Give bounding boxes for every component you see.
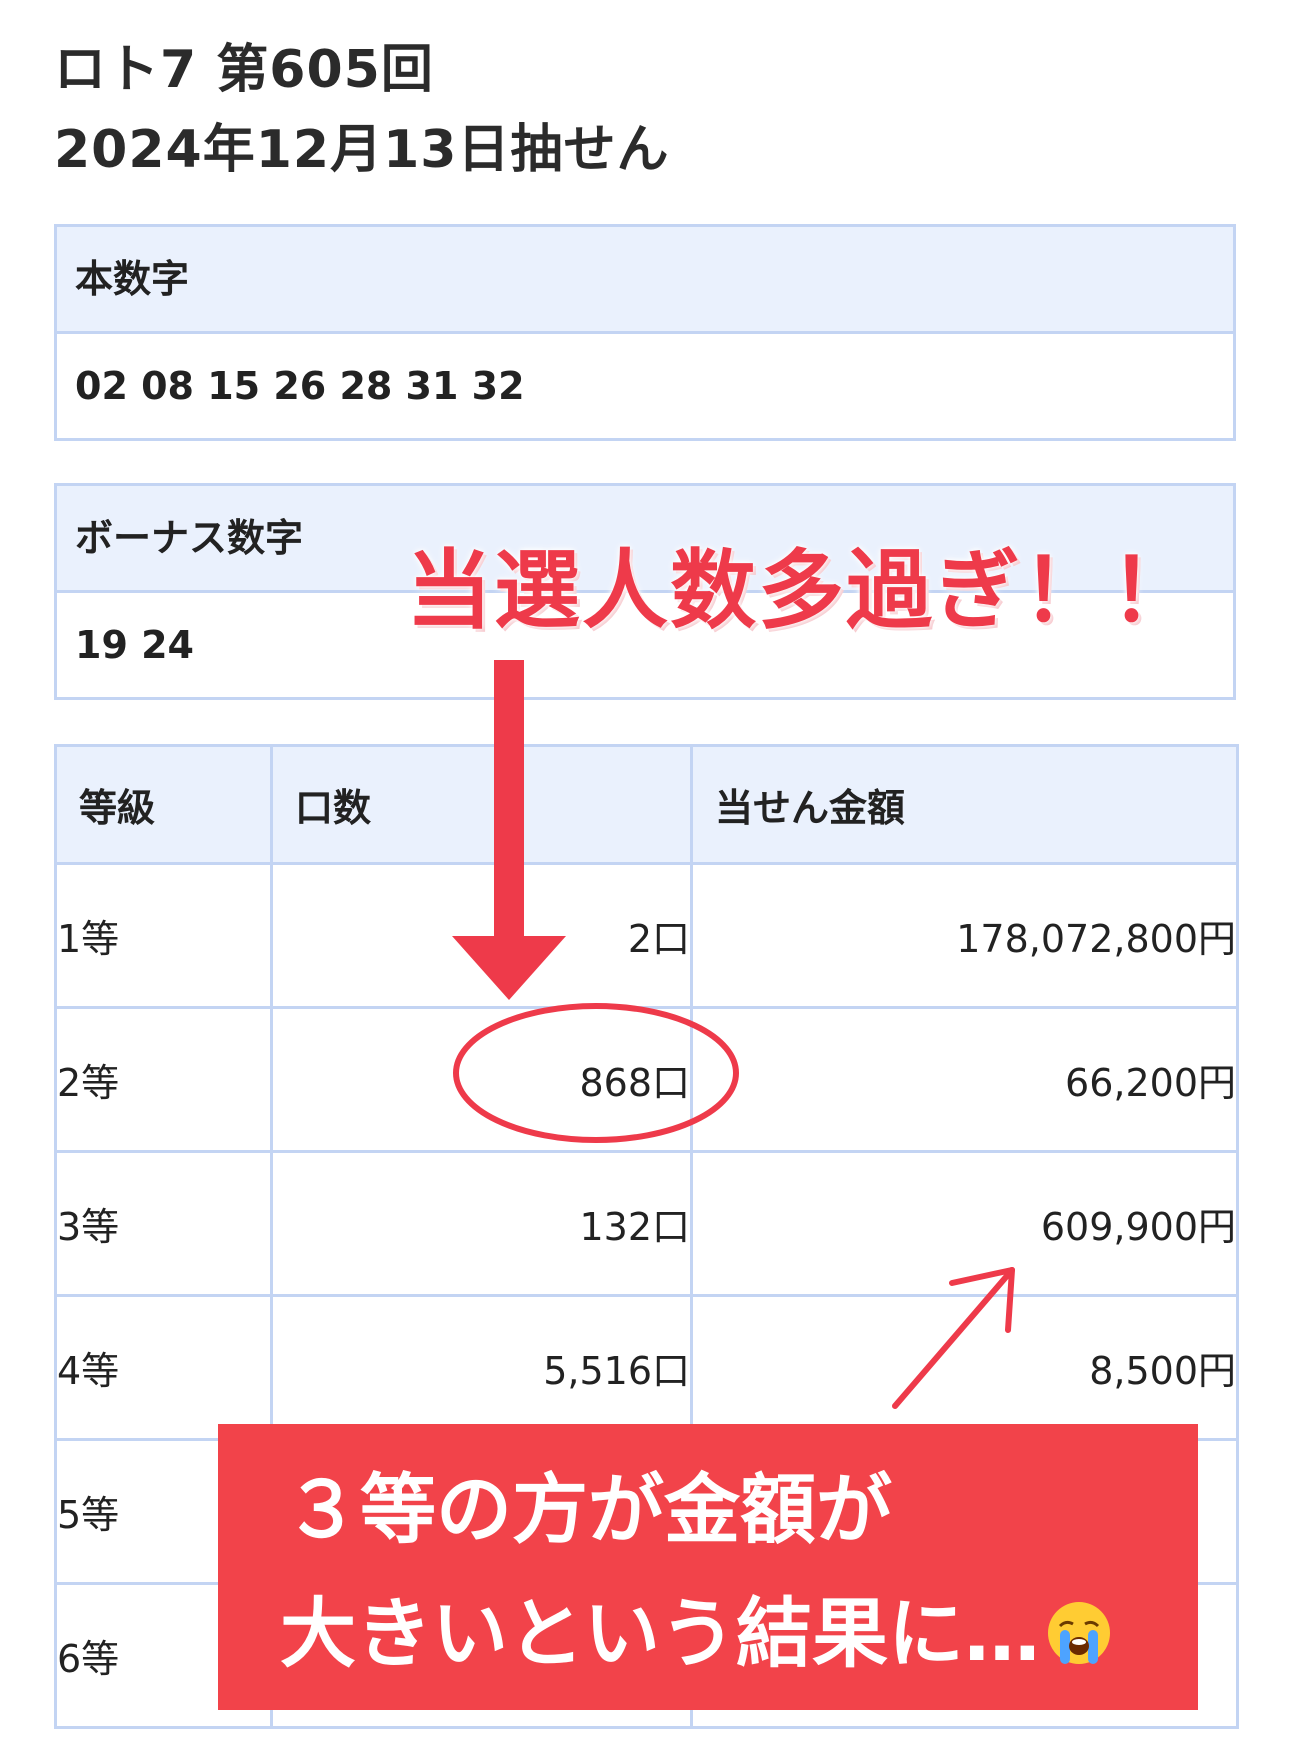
annotation-note-line2: 大きいという結果に…: [280, 1572, 1112, 1682]
highlight-circle-icon: [453, 1003, 739, 1143]
down-arrow-icon: [452, 660, 566, 1000]
annotation-note-box: ３等の方が金額が 大きいという結果に…: [218, 1424, 1198, 1710]
crying-face-icon: [1046, 1595, 1112, 1664]
diagonal-arrow-icon: [892, 1267, 1015, 1409]
annotation-note-line1: ３等の方が金額が: [284, 1465, 892, 1554]
annotation-headline: 当選人数多過ぎ！！: [406, 541, 1198, 641]
annotation-note-line2-text: 大きいという結果に…: [280, 1589, 1040, 1678]
